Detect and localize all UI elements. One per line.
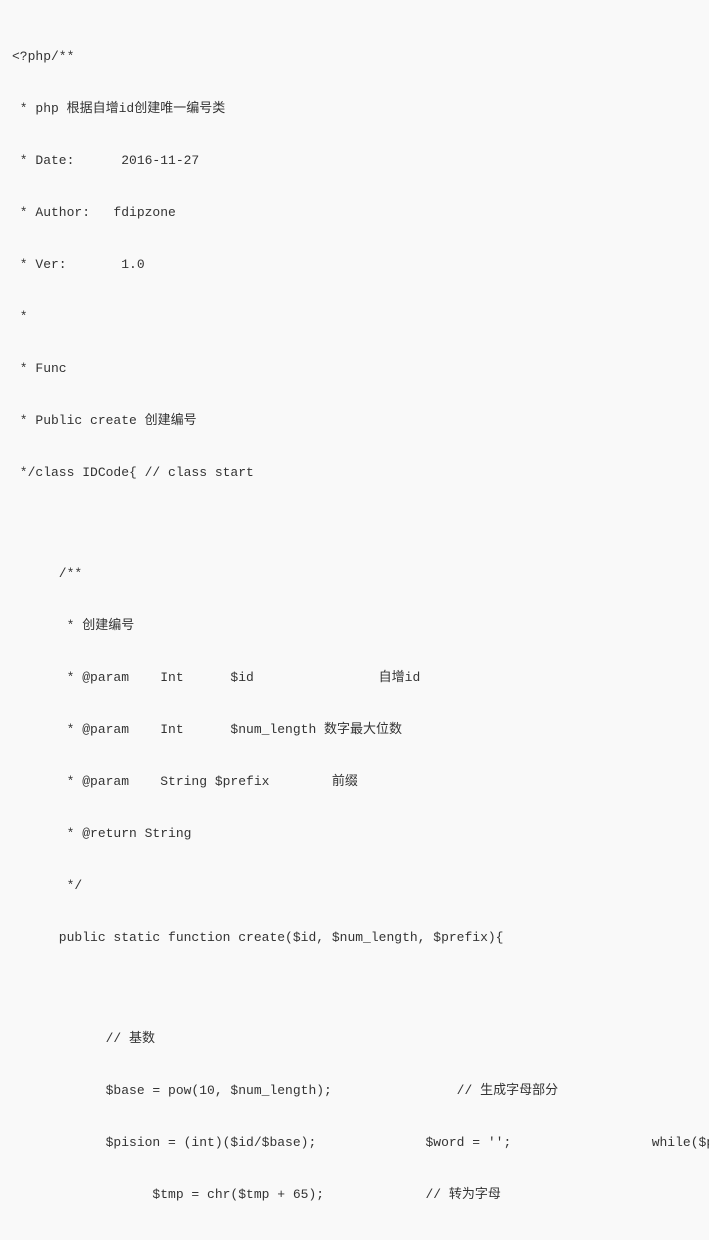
code-line: $pision = (int)($id/$base); $word = ''; … [12, 1130, 697, 1156]
code-line: $tmp = chr($tmp + 65); // 转为字母 [12, 1182, 697, 1208]
code-line: * php 根据自增id创建唯一编号类 [12, 96, 697, 122]
code-line: * @param Int $num_length 数字最大位数 [12, 717, 697, 743]
code-line: public static function create($id, $num_… [12, 925, 697, 951]
code-line: * Author: fdipzone [12, 200, 697, 226]
code-line: * @param Int $id 自增id [12, 665, 697, 691]
code-line: */ [12, 873, 697, 899]
code-line: * 创建编号 [12, 613, 697, 639]
code-line: /** [12, 561, 697, 587]
code-line: // 基数 [12, 1026, 697, 1052]
code-line: * Public create 创建编号 [12, 408, 697, 434]
code-line: * Date: 2016-11-27 [12, 148, 697, 174]
code-line: * Func [12, 356, 697, 382]
code-line: $word .= $tmp; $pision = floor($pision/2… [12, 1234, 697, 1240]
code-line [12, 977, 697, 1000]
code-line [12, 512, 697, 535]
code-line: * [12, 304, 697, 330]
code-block: <?php/** * php 根据自增id创建唯一编号类 * Date: 201… [0, 0, 709, 1240]
code-line: * @param String $prefix 前缀 [12, 769, 697, 795]
code-line: */class IDCode{ // class start [12, 460, 697, 486]
code-line: <?php/** [12, 44, 697, 70]
code-line: $base = pow(10, $num_length); // 生成字母部分 [12, 1078, 697, 1104]
code-line: * Ver: 1.0 [12, 252, 697, 278]
code-line: * @return String [12, 821, 697, 847]
